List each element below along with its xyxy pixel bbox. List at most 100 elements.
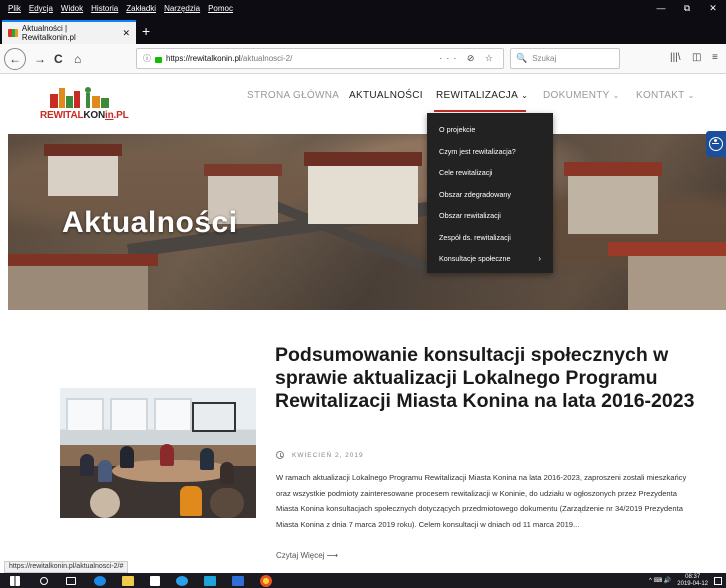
clock-icon	[276, 451, 284, 459]
nav-dokumenty[interactable]: DOKUMENTY ⌄	[543, 90, 620, 101]
search-input[interactable]: 🔍 Szukaj	[510, 48, 620, 69]
dropdown-item-o-projekcie[interactable]: O projekcie	[427, 119, 553, 141]
search-icon[interactable]	[40, 576, 48, 585]
home-button[interactable]: ⌂	[74, 51, 81, 67]
thumb-person	[80, 454, 94, 476]
hero-building	[8, 264, 148, 310]
read-more-link[interactable]: Czytaj Więcej ⟶	[276, 551, 338, 560]
nav-label: DOKUMENTY	[543, 90, 610, 101]
hero-roof	[304, 152, 422, 166]
dropdown-item-label: Zespół ds. rewitalizacji	[439, 232, 511, 242]
menu-tools[interactable]: Narzędzia	[160, 4, 204, 13]
back-button[interactable]: ←	[4, 48, 26, 70]
menu-bar: Plik Edycja Widok Historia Zakładki Narz…	[0, 0, 726, 16]
nav-label: KONTAKT	[636, 90, 685, 101]
nav-bar: ← → C ⌂ ⓘ https://rewitalkonin.pl /aktua…	[0, 44, 726, 74]
nav-label: REWITALIZACJA	[436, 90, 519, 101]
thumb-window	[66, 398, 104, 432]
nav-aktualnosci[interactable]: AKTUALNOŚCI	[349, 90, 423, 101]
minimize-button[interactable]: —	[648, 0, 674, 16]
thumb-screen	[192, 402, 236, 432]
taskbar-clock[interactable]: 08:37 2019-04-12	[677, 574, 708, 587]
hero-roof	[608, 242, 726, 256]
hero-roof	[204, 164, 282, 176]
article-date: KWIECIEŃ 2, 2019	[276, 451, 364, 459]
menu-bookmarks[interactable]: Zakładki	[122, 4, 160, 13]
site-header: REWITALKONin.PL STRONA GŁÓWNA AKTUALNOŚC…	[0, 74, 726, 134]
notifications-icon[interactable]	[714, 576, 722, 585]
dropdown-item-label: Obszar rewitalizacji	[439, 211, 501, 221]
store-icon[interactable]	[150, 575, 160, 586]
windows-taskbar: ^ ⌨ 🔊 08:37 2019-04-12	[0, 573, 726, 588]
logo-text: REWITALKONin.PL	[40, 110, 129, 121]
close-window-button[interactable]: ✕	[700, 0, 726, 16]
clock-date: 2019-04-12	[677, 580, 708, 587]
menu-file[interactable]: Plik	[0, 4, 25, 13]
hero-roof	[8, 254, 158, 266]
menu-history[interactable]: Historia	[87, 4, 122, 13]
thumb-person	[160, 444, 174, 466]
article-title[interactable]: Podsumowanie konsultacji społecznych w s…	[275, 344, 715, 413]
sidebar-icon[interactable]: ◫	[692, 52, 701, 63]
dropdown-item-zespol[interactable]: Zespół ds. rewitalizacji	[427, 227, 553, 249]
reload-button[interactable]: C	[54, 51, 63, 67]
accessibility-button[interactable]	[706, 131, 726, 157]
dropdown-item-label: Konsultacje społeczne	[439, 254, 511, 264]
internet-explorer-icon[interactable]	[176, 575, 188, 586]
link-status-bar: https://rewitalkonin.pl/aktualnosci-2/#	[4, 561, 129, 573]
hero-roof	[44, 144, 122, 156]
chevron-down-icon: ⌄	[612, 91, 620, 100]
search-placeholder: Szukaj	[532, 54, 557, 63]
dropdown-item-konsultacje[interactable]: Konsultacje społeczne ›	[427, 248, 553, 270]
logo-skyline-icon	[50, 87, 109, 108]
hero-banner: Aktualności	[8, 134, 726, 310]
edge-icon[interactable]	[94, 575, 106, 586]
url-bar[interactable]: ⓘ https://rewitalkonin.pl /aktualnosci-2…	[136, 48, 504, 69]
tab-aktualnosci[interactable]: Aktualności | Rewitalkonin.pl ✕	[2, 20, 136, 44]
firefox-icon[interactable]	[260, 574, 272, 587]
dropdown-item-czym-jest[interactable]: Czym jest rewitalizacja?	[427, 141, 553, 163]
tab-close-icon[interactable]: ✕	[122, 28, 130, 39]
dropdown-item-label: Cele rewitalizacji	[439, 168, 493, 178]
dropdown-item-obszar-zdegradowany[interactable]: Obszar zdegradowany	[427, 184, 553, 206]
nav-label: STRONA GŁÓWNA	[247, 90, 340, 101]
task-view-icon[interactable]	[66, 576, 76, 585]
dropdown-item-obszar-rewitalizacji[interactable]: Obszar rewitalizacji	[427, 205, 553, 227]
lock-icon	[155, 56, 162, 63]
thumb-window	[154, 398, 192, 432]
app-icon[interactable]	[204, 575, 216, 586]
tray-icons[interactable]: ^ ⌨ 🔊	[649, 577, 671, 584]
windows-start-icon[interactable]	[10, 575, 20, 586]
system-tray: ^ ⌨ 🔊 08:37 2019-04-12	[649, 573, 722, 588]
menu-help[interactable]: Pomoc	[204, 4, 237, 13]
forward-button[interactable]: →	[34, 51, 46, 67]
rewitalizacja-dropdown: O projekcie Czym jest rewitalizacja? Cel…	[427, 113, 553, 273]
site-favicon-icon	[8, 29, 18, 37]
menu-view[interactable]: Widok	[57, 4, 87, 13]
thumb-person	[98, 460, 112, 482]
logo-part4: .PL	[113, 110, 129, 121]
hamburger-menu-icon[interactable]: ≡	[712, 52, 718, 63]
chevron-right-icon: ›	[538, 254, 541, 264]
page-actions-icon[interactable]: ··· ⊘ ☆	[439, 53, 497, 64]
nav-strona-glowna[interactable]: STRONA GŁÓWNA	[247, 90, 339, 101]
dropdown-item-cele[interactable]: Cele rewitalizacji	[427, 162, 553, 184]
restore-button[interactable]: ⧉	[674, 0, 700, 16]
file-explorer-icon[interactable]	[122, 575, 134, 586]
library-icon[interactable]: |||\	[670, 52, 681, 63]
nav-kontakt[interactable]: KONTAKT ⌄	[636, 90, 695, 101]
hero-building	[48, 154, 118, 196]
logo-part3: in	[105, 110, 114, 121]
nav-rewitalizacja[interactable]: REWITALIZACJA ⌄	[436, 90, 528, 101]
thumb-person	[200, 448, 214, 470]
site-info-icon[interactable]: ⓘ	[143, 53, 151, 64]
hero-building	[308, 164, 418, 224]
thumb-person	[120, 446, 134, 468]
nav-active-underline	[434, 110, 526, 112]
site-logo[interactable]: REWITALKONin.PL	[40, 84, 129, 126]
new-tab-button[interactable]: +	[142, 22, 150, 40]
menu-edit[interactable]: Edycja	[25, 4, 57, 13]
chevron-down-icon: ⌄	[521, 91, 529, 100]
app-icon[interactable]	[232, 575, 244, 586]
article-thumbnail[interactable]	[60, 388, 256, 518]
